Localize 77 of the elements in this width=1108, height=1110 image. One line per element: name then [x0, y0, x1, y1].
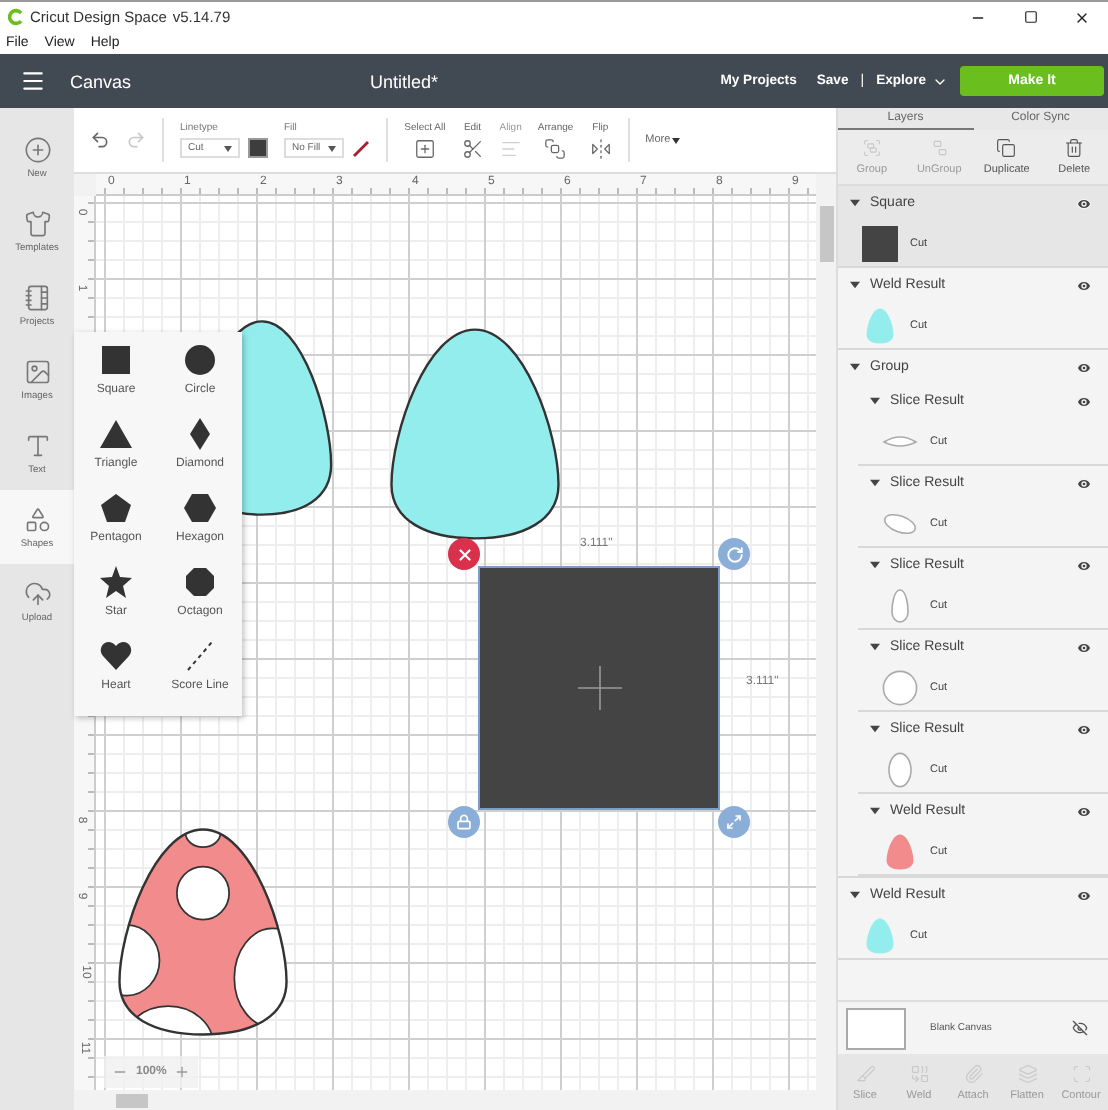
color-swatch[interactable] [248, 138, 268, 158]
resize-icon [726, 814, 742, 830]
arrange-icon [544, 137, 567, 159]
eye-icon[interactable] [1076, 721, 1092, 737]
paperclip-icon [963, 1063, 983, 1083]
app-logo-icon [8, 8, 24, 26]
circle-icon [184, 344, 216, 376]
eye-icon[interactable] [1076, 557, 1092, 573]
eye-icon[interactable] [1076, 195, 1092, 211]
undo-button[interactable] [90, 130, 110, 150]
flip-icon [589, 137, 612, 159]
diamond-icon [184, 418, 216, 450]
image-icon [23, 357, 51, 385]
layers-icon [1017, 1063, 1037, 1083]
score-line-icon [184, 640, 216, 672]
eye-icon[interactable] [1076, 359, 1092, 375]
scrollbar-thumb[interactable] [820, 206, 834, 262]
caret-icon[interactable] [850, 198, 860, 208]
shapes-icon [23, 505, 51, 533]
crosshair-icon [577, 666, 621, 710]
caret-icon [328, 145, 337, 151]
scissors-icon [461, 137, 484, 159]
select-all-icon [413, 137, 436, 159]
plus-icon [23, 135, 51, 163]
trash-icon [1064, 138, 1085, 158]
weld-icon [909, 1063, 929, 1083]
rotate-icon [725, 545, 743, 563]
maximize-icon [1023, 10, 1037, 24]
caret-icon[interactable] [870, 478, 880, 488]
lock-icon [456, 814, 472, 830]
octagon-icon [184, 566, 216, 598]
group-icon [861, 138, 882, 158]
scrollbar-thumb[interactable] [116, 1094, 148, 1108]
caret-icon[interactable] [870, 396, 880, 406]
eye-icon[interactable] [1076, 277, 1092, 293]
eye-icon[interactable] [1076, 803, 1092, 819]
document-title: Untitled* [370, 71, 439, 91]
shirt-icon [23, 209, 51, 237]
pentagon-icon [100, 492, 132, 524]
caret-icon [224, 145, 232, 151]
square-icon [100, 344, 132, 376]
eye-icon[interactable] [1076, 393, 1092, 409]
rotate-handle[interactable] [718, 538, 750, 570]
text-icon [23, 431, 51, 459]
duplicate-icon [996, 138, 1017, 158]
hexagon-icon [184, 492, 216, 524]
eye-icon[interactable] [1076, 639, 1092, 655]
caret-icon[interactable] [850, 890, 860, 900]
ungroup-icon [929, 138, 950, 158]
plus-icon [174, 1064, 191, 1080]
delete-handle[interactable] [448, 538, 480, 570]
close-icon [1074, 9, 1090, 25]
eye-off-icon[interactable] [1072, 1020, 1088, 1036]
caret-icon[interactable] [870, 806, 880, 816]
triangle-icon [100, 418, 132, 450]
eye-icon[interactable] [1076, 475, 1092, 491]
caret-icon[interactable] [850, 280, 860, 290]
close-icon [455, 545, 473, 563]
star-icon [100, 566, 132, 598]
caret-icon[interactable] [870, 560, 880, 570]
caret-icon[interactable] [870, 724, 880, 734]
menu-icon[interactable] [20, 68, 46, 94]
align-icon [499, 137, 522, 159]
heart-icon [100, 640, 132, 672]
slice-icon [855, 1063, 875, 1083]
upload-icon [23, 579, 51, 607]
eye-icon[interactable] [1076, 887, 1092, 903]
lock-handle[interactable] [448, 806, 480, 838]
contour-icon [1071, 1063, 1091, 1083]
slash-icon[interactable] [352, 139, 371, 157]
section-title: Canvas [70, 71, 134, 91]
caret-icon[interactable] [850, 362, 860, 372]
caret-icon[interactable] [870, 642, 880, 652]
caret-icon [672, 137, 681, 143]
notebook-icon [23, 283, 51, 311]
canvas-thumbnail [846, 1007, 906, 1049]
resize-handle[interactable] [718, 806, 750, 838]
